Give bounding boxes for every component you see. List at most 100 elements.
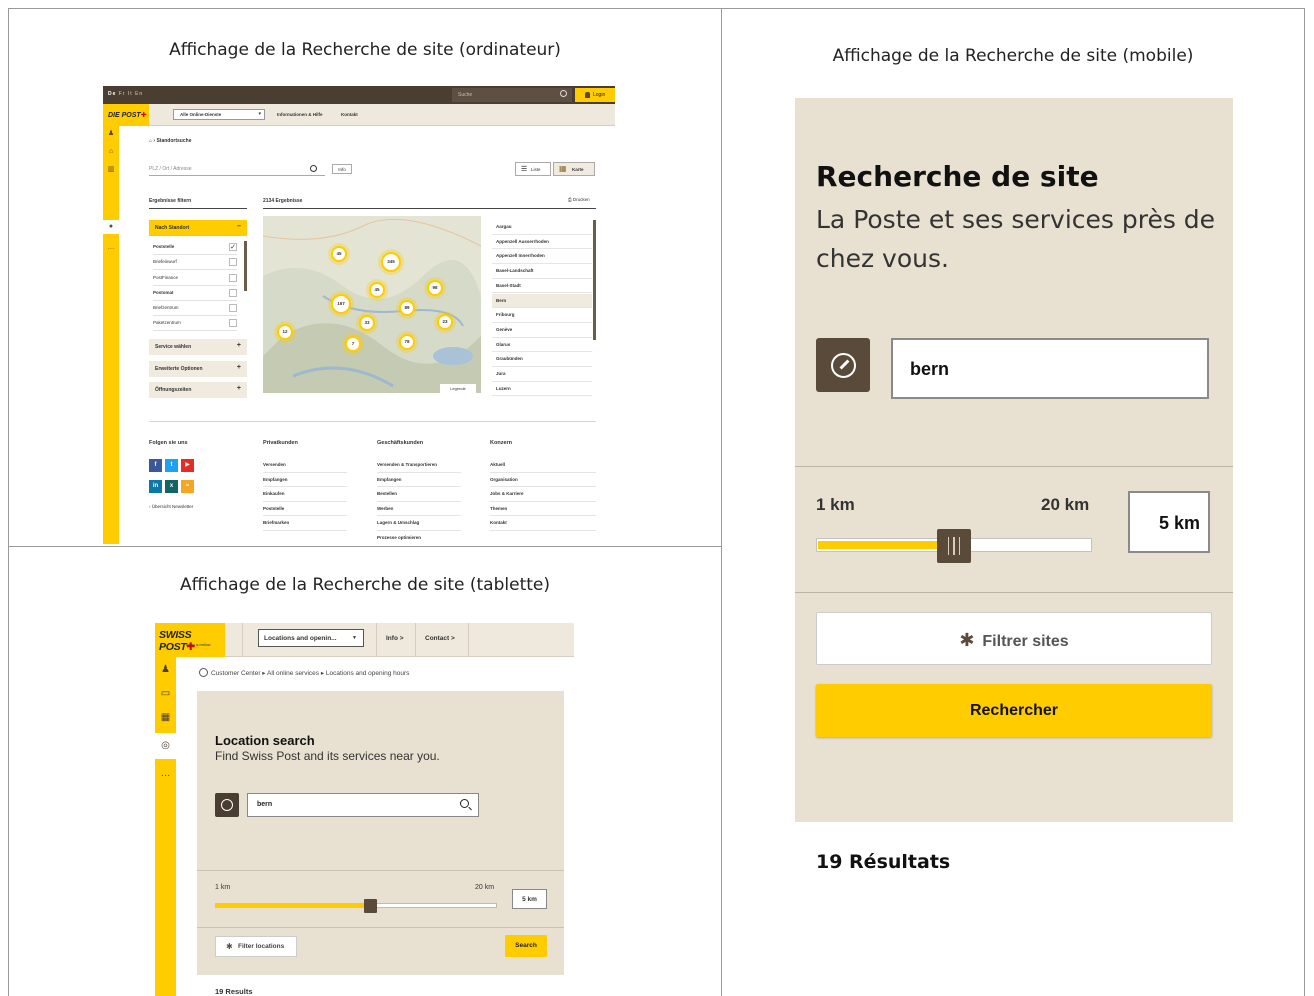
canton-item[interactable]: Bern xyxy=(492,293,592,309)
accordion-standort[interactable]: Nach Standort – xyxy=(149,220,247,236)
locate-me-button[interactable] xyxy=(816,338,870,392)
checkbox[interactable] xyxy=(229,304,237,312)
footer-link[interactable]: Bestellen xyxy=(377,487,461,502)
map-cluster[interactable]: 78 xyxy=(399,334,415,350)
filter-item[interactable]: Poststelle ✓ xyxy=(153,240,237,255)
canton-item[interactable]: Jura xyxy=(492,367,592,382)
language-switcher[interactable]: De Fr It En xyxy=(108,91,143,97)
map-cluster[interactable]: 89 xyxy=(399,300,415,316)
lang-fr[interactable]: Fr xyxy=(119,91,126,97)
search-button[interactable]: Search xyxy=(505,935,547,957)
more-icon[interactable]: … xyxy=(155,761,176,787)
map-cluster[interactable]: 45 xyxy=(369,282,385,298)
radius-slider-handle[interactable] xyxy=(364,899,378,913)
twitter-icon[interactable]: t xyxy=(165,459,178,472)
briefcase-icon[interactable]: ▭ xyxy=(155,681,176,707)
lang-it[interactable]: It xyxy=(128,91,133,97)
map-cluster[interactable]: 345 xyxy=(381,252,401,272)
footer-link[interactable]: Versenden & Transportieren xyxy=(377,458,461,473)
view-list-button[interactable]: Liste xyxy=(515,162,551,176)
global-search-input[interactable]: Suche xyxy=(452,88,572,102)
footer-link[interactable]: Lagern & Umschlag xyxy=(377,516,461,531)
canton-item[interactable]: Genève xyxy=(492,323,592,338)
nav-contact[interactable]: Contact > xyxy=(425,635,455,642)
filter-sites-button[interactable]: ✱ Filtrer sites xyxy=(816,612,1212,665)
nav-contact[interactable]: Kontakt xyxy=(341,112,358,117)
nav-info[interactable]: Info > xyxy=(386,635,404,642)
footer-link[interactable]: Kontakt xyxy=(490,516,596,531)
location-input[interactable]: bern xyxy=(247,793,479,817)
canton-item[interactable]: Fribourg xyxy=(492,308,592,323)
compass-icon[interactable]: ◎ xyxy=(155,733,176,759)
more-icon[interactable]: … xyxy=(107,244,115,252)
info-button[interactable]: Info xyxy=(332,164,352,174)
canton-item[interactable]: Aargau xyxy=(492,220,592,235)
accordion-options[interactable]: Erweiterte Optionen + xyxy=(149,361,247,377)
footer-link[interactable]: Briefmarken xyxy=(263,516,347,531)
checkbox-checked[interactable]: ✓ xyxy=(229,243,237,251)
accordion-hours[interactable]: Öffnungszeiten + xyxy=(149,382,247,398)
filter-item[interactable]: Postomat xyxy=(153,286,237,301)
canton-item[interactable]: Appenzell Ausserrhoden xyxy=(492,235,592,250)
youtube-icon[interactable]: ▶ xyxy=(181,459,194,472)
checkbox[interactable] xyxy=(229,258,237,266)
radius-value-field[interactable]: 5 km xyxy=(1128,491,1210,553)
plz-search-icon[interactable] xyxy=(310,165,317,172)
filter-locations-button[interactable]: ✱ Filter locations xyxy=(215,936,297,957)
linkedin-icon[interactable]: in xyxy=(149,480,162,493)
lang-de[interactable]: De xyxy=(108,91,116,97)
map-cluster[interactable]: 23 xyxy=(437,314,453,330)
footer-link[interactable]: Versenden xyxy=(263,458,347,473)
filter-scrollbar[interactable] xyxy=(244,241,247,291)
breadcrumb-text[interactable]: Customer Center ▸ All online services ▸ … xyxy=(211,670,409,677)
search-icon[interactable] xyxy=(460,799,469,808)
view-map-button[interactable]: Karte xyxy=(553,162,595,176)
search-icon[interactable] xyxy=(560,90,567,97)
footer-link[interactable]: Organisation xyxy=(490,473,596,487)
print-button[interactable]: ⎙ Drucken xyxy=(568,197,590,202)
footer-link[interactable]: Einkaufen xyxy=(263,487,347,502)
checkbox[interactable] xyxy=(229,319,237,327)
footer-link[interactable]: Empfangen xyxy=(377,473,461,487)
accordion-service[interactable]: Service wählen + xyxy=(149,339,247,355)
map-cluster[interactable]: 45 xyxy=(331,246,347,262)
location-input[interactable]: bern xyxy=(891,338,1209,399)
map-cluster[interactable]: 12 xyxy=(277,324,293,340)
compass-icon[interactable]: ● xyxy=(107,223,115,231)
newsletter-link[interactable]: › Übersicht Newsletter xyxy=(149,504,193,509)
search-button[interactable]: Rechercher xyxy=(816,684,1212,737)
footer-link[interactable]: Werben xyxy=(377,502,461,516)
map-cluster[interactable]: 7 xyxy=(345,336,361,352)
footer-link[interactable]: Empfangen xyxy=(263,473,347,487)
plz-search-input[interactable]: PLZ / Ort / Adresse xyxy=(149,162,325,176)
footer-link[interactable]: Poststelle xyxy=(263,502,347,516)
canton-scrollbar[interactable] xyxy=(593,220,596,340)
canton-item[interactable]: Appenzell Innerrhoden xyxy=(492,249,592,265)
radius-value-field[interactable]: 5 km xyxy=(512,889,547,909)
services-dropdown[interactable]: Alle Online-Dienste xyxy=(173,109,265,120)
nav-info-help[interactable]: Informationen & Hilfe xyxy=(277,112,323,117)
home-icon[interactable]: ⌂ xyxy=(149,138,152,144)
canton-item[interactable]: Graubünden xyxy=(492,352,592,367)
map-view[interactable]: 45 345 45 167 98 89 33 23 12 7 78 xyxy=(263,216,481,393)
lang-en[interactable]: En xyxy=(135,91,143,97)
people-icon[interactable]: ♟ xyxy=(107,130,115,138)
map-cluster[interactable]: 33 xyxy=(359,315,375,331)
person-icon[interactable]: ♟ xyxy=(155,657,176,683)
canton-item[interactable]: Basel-Stadt xyxy=(492,279,592,294)
map-legend-button[interactable]: Legende xyxy=(440,384,476,394)
building-icon[interactable]: ⌂ xyxy=(107,148,115,156)
services-dropdown[interactable]: Locations and openin... xyxy=(258,629,364,647)
login-button[interactable]: Login xyxy=(575,88,615,102)
facebook-icon[interactable]: f xyxy=(149,459,162,472)
radius-slider-handle[interactable] xyxy=(937,529,971,563)
filter-item[interactable]: Briefzentrum xyxy=(153,301,237,316)
rss-icon[interactable]: ≈ xyxy=(181,480,194,493)
map-cluster[interactable]: 167 xyxy=(331,294,351,314)
filter-item[interactable]: PostFinance xyxy=(153,271,237,286)
checkbox[interactable] xyxy=(229,274,237,282)
footer-link[interactable]: Aktuell xyxy=(490,458,596,473)
building-icon[interactable]: ▦ xyxy=(155,705,176,731)
filter-item[interactable]: Paketzentrum xyxy=(153,316,237,331)
post-logo[interactable]: DIE POST✚ xyxy=(103,104,149,126)
